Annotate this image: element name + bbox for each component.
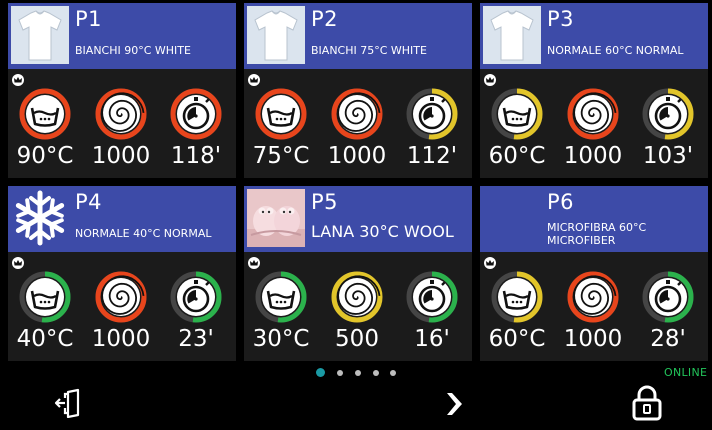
crown-icon xyxy=(248,257,260,269)
page-dot[interactable] xyxy=(390,370,396,376)
temperature-gauge xyxy=(491,88,543,140)
time-value: 23' xyxy=(178,326,214,352)
wool-slippers-photo xyxy=(247,189,305,247)
temperature-gauge xyxy=(19,271,71,323)
program-name: NORMALE 60°C NORMAL xyxy=(547,44,684,57)
time-gauge xyxy=(170,88,222,140)
program-number: P4 xyxy=(75,190,103,214)
crown-icon xyxy=(12,257,24,269)
spin-value: 1000 xyxy=(91,326,151,352)
lock-button[interactable] xyxy=(631,385,663,421)
temperature-gauge xyxy=(491,271,543,323)
tshirt-icon xyxy=(11,6,69,64)
crown-icon xyxy=(248,74,260,86)
temperature-value: 60°C xyxy=(488,143,546,169)
crown-icon xyxy=(12,74,24,86)
program-header: P3 NORMALE 60°C NORMAL xyxy=(480,3,708,69)
program-number: P2 xyxy=(311,7,339,31)
program-card-p6[interactable]: P6 MICROFIBRA 60°C MICROFIBER 60°C 1000 … xyxy=(480,186,708,361)
program-name: BIANCHI 90°C WHITE xyxy=(75,44,191,57)
time-gauge xyxy=(406,271,458,323)
spin-gauge xyxy=(95,88,147,140)
spin-gauge xyxy=(567,88,619,140)
time-value: 118' xyxy=(170,143,222,169)
page-indicator xyxy=(316,368,406,378)
program-header: P6 MICROFIBRA 60°C MICROFIBER xyxy=(480,186,708,252)
time-gauge xyxy=(642,271,694,323)
spin-value: 1000 xyxy=(563,143,623,169)
tshirt-icon xyxy=(483,6,541,64)
tshirt-icon xyxy=(247,6,305,64)
program-header: P2 BIANCHI 75°C WHITE xyxy=(244,3,472,69)
time-value: 103' xyxy=(642,143,694,169)
program-number: P3 xyxy=(547,7,575,31)
program-number: P1 xyxy=(75,7,103,31)
program-header: P4 NORMALE 40°C NORMAL xyxy=(8,186,236,252)
spin-gauge xyxy=(95,271,147,323)
program-name: MICROFIBRA 60°C MICROFIBER xyxy=(547,221,647,247)
lock-icon xyxy=(632,385,662,421)
program-name: LANA 30°C WOOL xyxy=(311,222,454,241)
program-number: P5 xyxy=(311,190,339,214)
program-header: P1 BIANCHI 90°C WHITE xyxy=(8,3,236,69)
temperature-value: 90°C xyxy=(16,143,74,169)
time-value: 28' xyxy=(650,326,686,352)
temperature-value: 40°C xyxy=(16,326,74,352)
spin-value: 500 xyxy=(335,326,379,352)
page-dot[interactable] xyxy=(373,370,379,376)
spin-value: 1000 xyxy=(91,143,151,169)
exit-button[interactable] xyxy=(54,388,84,419)
spin-gauge xyxy=(331,88,383,140)
exit-door-icon xyxy=(54,388,80,419)
temperature-value: 75°C xyxy=(252,143,310,169)
page-dot[interactable] xyxy=(337,370,343,376)
snowflake-icon xyxy=(11,189,69,247)
crown-icon xyxy=(484,257,496,269)
temperature-gauge xyxy=(255,271,307,323)
page-dot[interactable] xyxy=(355,370,361,376)
temperature-gauge xyxy=(255,88,307,140)
temperature-value: 30°C xyxy=(252,326,310,352)
temperature-gauge xyxy=(19,88,71,140)
time-value: 16' xyxy=(414,326,450,352)
next-page-button[interactable] xyxy=(443,390,465,418)
temperature-value: 60°C xyxy=(488,326,546,352)
spin-gauge xyxy=(567,271,619,323)
time-gauge xyxy=(170,271,222,323)
time-gauge xyxy=(642,88,694,140)
thumbnail-empty xyxy=(483,189,541,247)
program-name: NORMALE 40°C NORMAL xyxy=(75,227,212,240)
chevron-right-icon xyxy=(447,393,462,415)
program-number: P6 xyxy=(547,190,575,214)
time-gauge xyxy=(406,88,458,140)
time-value: 112' xyxy=(406,143,458,169)
program-header: P5 LANA 30°C WOOL xyxy=(244,186,472,252)
program-name: BIANCHI 75°C WHITE xyxy=(311,44,427,57)
online-status: ONLINE xyxy=(664,366,708,379)
page-dot[interactable] xyxy=(316,368,325,377)
program-card-p2[interactable]: P2 BIANCHI 75°C WHITE 75°C 1000 112' xyxy=(244,3,472,178)
spin-value: 1000 xyxy=(563,326,623,352)
spin-gauge xyxy=(331,271,383,323)
program-card-p4[interactable]: P4 NORMALE 40°C NORMAL 40°C 1000 23' xyxy=(8,186,236,361)
program-card-p1[interactable]: P1 BIANCHI 90°C WHITE 90°C 1000 118' xyxy=(8,3,236,178)
program-card-p5[interactable]: P5 LANA 30°C WOOL 30°C 500 16' xyxy=(244,186,472,361)
spin-value: 1000 xyxy=(327,143,387,169)
crown-icon xyxy=(484,74,496,86)
program-card-p3[interactable]: P3 NORMALE 60°C NORMAL 60°C 1000 103' xyxy=(480,3,708,178)
